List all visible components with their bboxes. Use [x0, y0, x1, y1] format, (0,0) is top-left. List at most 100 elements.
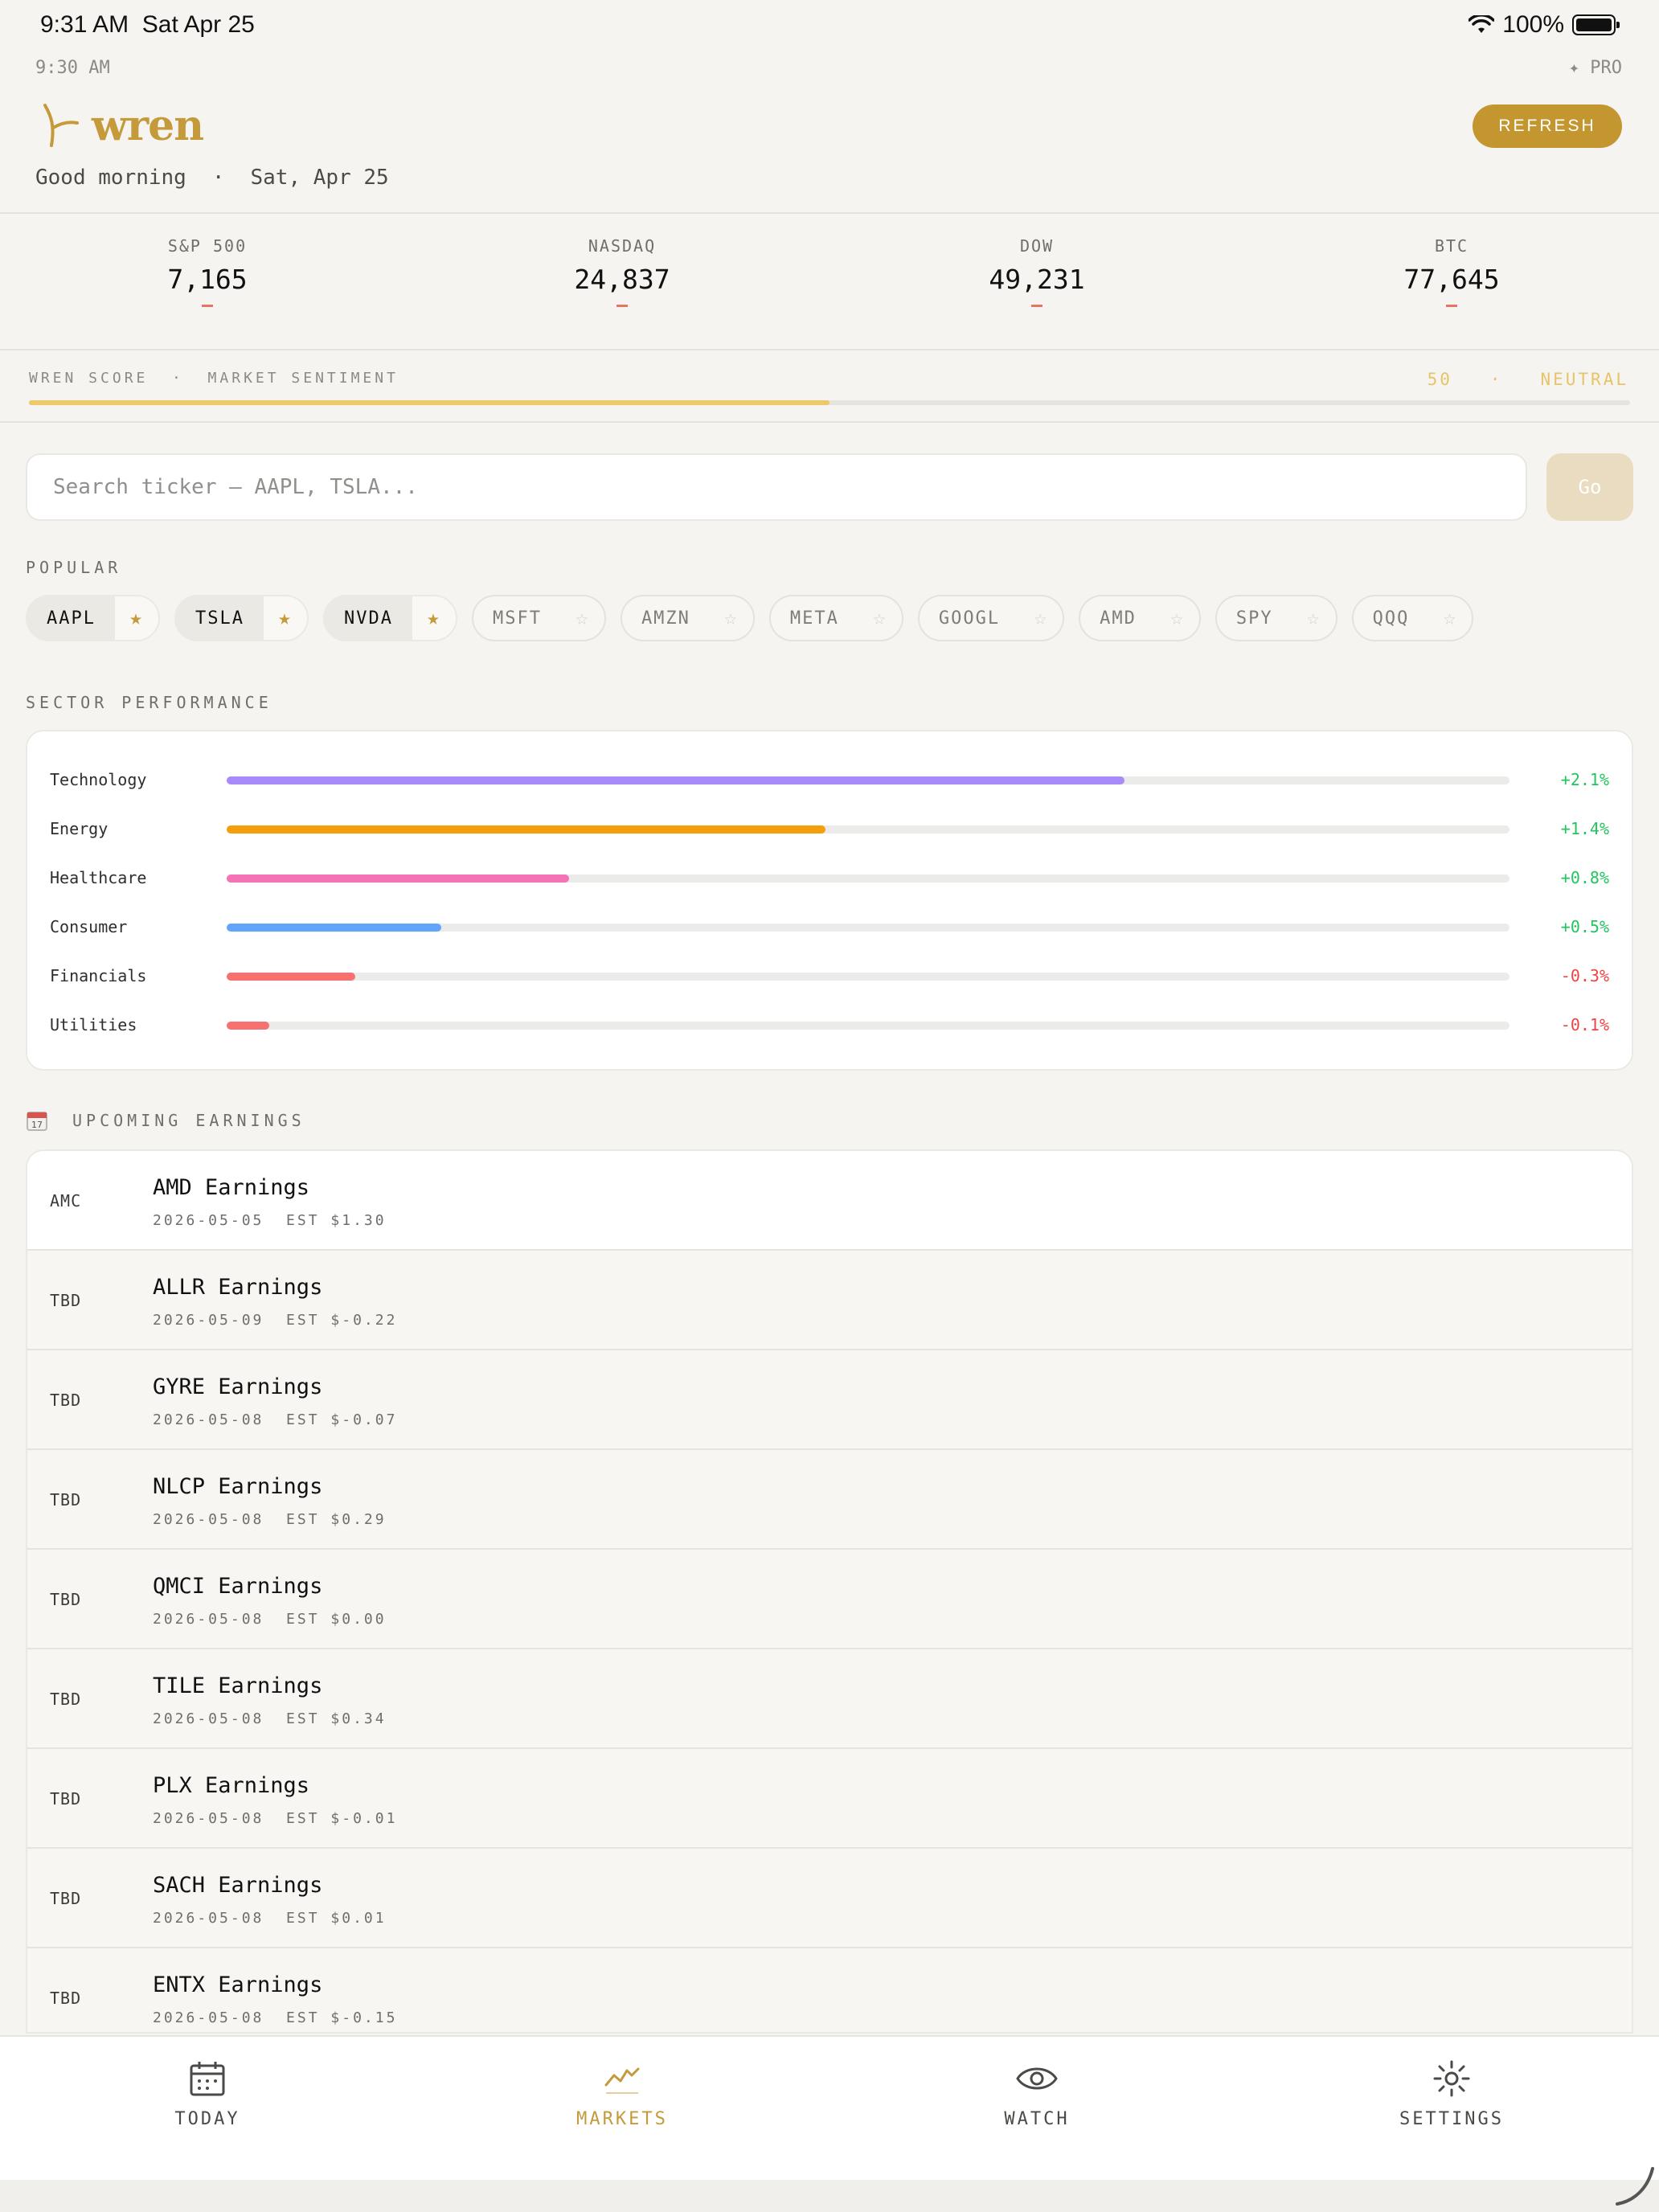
earnings-row[interactable]: TBD NLCP Earnings 2026-05-08 EST $0.29: [27, 1450, 1632, 1550]
index-value: 77,645: [1403, 264, 1500, 295]
tab-label: TODAY: [174, 2109, 240, 2129]
tab-watch[interactable]: WATCH: [830, 2037, 1244, 2181]
chip-label: NVDA: [343, 608, 393, 629]
calendar-icon: 17: [27, 1112, 47, 1131]
sector-row[interactable]: Consumer +0.5%: [27, 911, 1632, 943]
earnings-title: ALLR Earnings: [153, 1275, 323, 1300]
refresh-button[interactable]: REFRESH: [1473, 104, 1622, 148]
earnings-detail: 2026-05-08 EST $0.00: [153, 1611, 387, 1628]
index-value: 7,165: [167, 264, 248, 295]
sentiment-bar: [29, 400, 1630, 405]
star-icon[interactable]: ☆: [561, 596, 604, 640]
earnings-row[interactable]: AMC AMD Earnings 2026-05-05 EST $1.30: [27, 1151, 1632, 1251]
ticker-chip[interactable]: AMZN ☆: [620, 595, 755, 641]
pro-badge[interactable]: ✦ PRO: [1569, 58, 1622, 78]
tab-bar: TODAY MARKETS WATCH SETTINGS: [0, 2035, 1659, 2181]
sector-name: Energy: [50, 819, 109, 838]
gear-icon: [1433, 2060, 1470, 2097]
star-icon[interactable]: ☆: [858, 596, 902, 640]
earnings-list: AMC AMD Earnings 2026-05-05 EST $1.30 TB…: [26, 1149, 1633, 2034]
ticker-chip[interactable]: GOOGL ☆: [917, 595, 1065, 641]
wren-logo-icon: [43, 103, 79, 147]
index-change-indicator: [202, 305, 213, 307]
score-number: 50: [1427, 370, 1452, 389]
earnings-row[interactable]: TBD GYRE Earnings 2026-05-08 EST $-0.07: [27, 1350, 1632, 1450]
greeting-separator: ·: [211, 166, 225, 190]
chip-label: AMZN: [641, 608, 690, 629]
sector-bar-fill: [227, 776, 1125, 784]
chip-label: AAPL: [47, 608, 96, 629]
sector-performance-card: Technology +2.1% Energy +1.4% Healthcare…: [26, 730, 1633, 1071]
star-icon[interactable]: ☆: [1292, 596, 1336, 640]
earnings-row[interactable]: TBD QMCI Earnings 2026-05-08 EST $0.00: [27, 1550, 1632, 1649]
earnings-detail: 2026-05-08 EST $0.01: [153, 1910, 387, 1927]
sector-bar: [227, 924, 1509, 932]
ticker-chip[interactable]: META ☆: [768, 595, 903, 641]
star-icon[interactable]: ☆: [1156, 596, 1199, 640]
status-bar-time: 9:31 AM Sat Apr 25: [40, 11, 255, 38]
battery-icon: [1572, 14, 1620, 35]
tab-label: WATCH: [1004, 2109, 1070, 2129]
ticker-chip[interactable]: SPY ☆: [1215, 595, 1337, 641]
earnings-detail: 2026-05-08 EST $-0.07: [153, 1411, 398, 1428]
earnings-title: NLCP Earnings: [153, 1474, 323, 1499]
star-icon[interactable]: ★: [114, 596, 158, 640]
sector-row[interactable]: Energy +1.4%: [27, 813, 1632, 845]
index-nasdaq[interactable]: NASDAQ 24,837: [415, 212, 830, 349]
earnings-row[interactable]: TBD ALLR Earnings 2026-05-09 EST $-0.22: [27, 1251, 1632, 1350]
earnings-row[interactable]: TBD ENTX Earnings 2026-05-08 EST $-0.15: [27, 1948, 1632, 2032]
earnings-row[interactable]: TBD SACH Earnings 2026-05-08 EST $0.01: [27, 1849, 1632, 1948]
status-bar-right: 100%: [1469, 11, 1620, 39]
index-name: BTC: [1434, 236, 1469, 256]
sector-row[interactable]: Utilities -0.1%: [27, 1009, 1632, 1041]
tab-label: SETTINGS: [1399, 2109, 1504, 2129]
index-change-indicator: [616, 305, 628, 307]
chip-label: QQQ: [1372, 608, 1410, 629]
tab-markets[interactable]: MARKETS: [415, 2037, 830, 2181]
star-icon[interactable]: ☆: [1019, 596, 1063, 640]
ticker-chip[interactable]: MSFT ☆: [471, 595, 606, 641]
go-button[interactable]: Go: [1546, 453, 1633, 521]
sector-name: Healthcare: [50, 868, 147, 887]
greeting-text: Good morning: [35, 166, 186, 190]
star-icon[interactable]: ☆: [1428, 596, 1472, 640]
star-icon[interactable]: ★: [412, 596, 456, 640]
earnings-title: GYRE Earnings: [153, 1374, 323, 1399]
index-name: DOW: [1019, 236, 1055, 256]
chip-label: GOOGL: [938, 608, 1001, 629]
sector-row[interactable]: Financials -0.3%: [27, 960, 1632, 992]
earnings-title: TILE Earnings: [153, 1673, 323, 1698]
ticker-chip[interactable]: AAPL ★: [26, 595, 160, 641]
star-icon[interactable]: ★: [263, 596, 307, 640]
sector-change: -0.3%: [1560, 966, 1609, 985]
svg-text:17: 17: [31, 1120, 43, 1130]
sector-bar-fill: [227, 875, 570, 883]
ticker-chip[interactable]: QQQ ☆: [1351, 595, 1474, 641]
earnings-time: TBD: [50, 1789, 82, 1809]
ticker-search-input[interactable]: [26, 453, 1527, 521]
earnings-row[interactable]: TBD TILE Earnings 2026-05-08 EST $0.34: [27, 1649, 1632, 1749]
earnings-title: SACH Earnings: [153, 1873, 323, 1898]
index-sp500[interactable]: S&P 500 7,165: [0, 212, 415, 349]
ticker-chip[interactable]: TSLA ★: [174, 595, 309, 641]
tab-settings[interactable]: SETTINGS: [1244, 2037, 1659, 2181]
star-icon[interactable]: ☆: [710, 596, 753, 640]
earnings-row[interactable]: TBD PLX Earnings 2026-05-08 EST $-0.01: [27, 1749, 1632, 1849]
sector-bar-fill: [227, 825, 826, 834]
tab-today[interactable]: TODAY: [0, 2037, 415, 2181]
greeting-line: Good morning · Sat, Apr 25: [35, 166, 389, 190]
sector-name: Technology: [50, 770, 147, 789]
index-dow[interactable]: DOW 49,231: [830, 212, 1244, 349]
sector-row[interactable]: Healthcare +0.8%: [27, 862, 1632, 894]
earnings-title: AMD Earnings: [153, 1175, 310, 1200]
battery-percent: 100%: [1502, 11, 1564, 38]
ticker-chip[interactable]: NVDA ★: [322, 595, 457, 641]
index-value: 24,837: [574, 264, 670, 295]
popular-title: POPULAR: [26, 558, 122, 577]
earnings-time: TBD: [50, 1590, 82, 1609]
sector-row[interactable]: Technology +2.1%: [27, 764, 1632, 796]
index-btc[interactable]: BTC 77,645: [1244, 212, 1659, 349]
ticker-chip[interactable]: AMD ☆: [1079, 595, 1201, 641]
app-name: wren: [92, 101, 204, 150]
wren-score-value: 50 · NEUTRAL: [1428, 370, 1628, 389]
